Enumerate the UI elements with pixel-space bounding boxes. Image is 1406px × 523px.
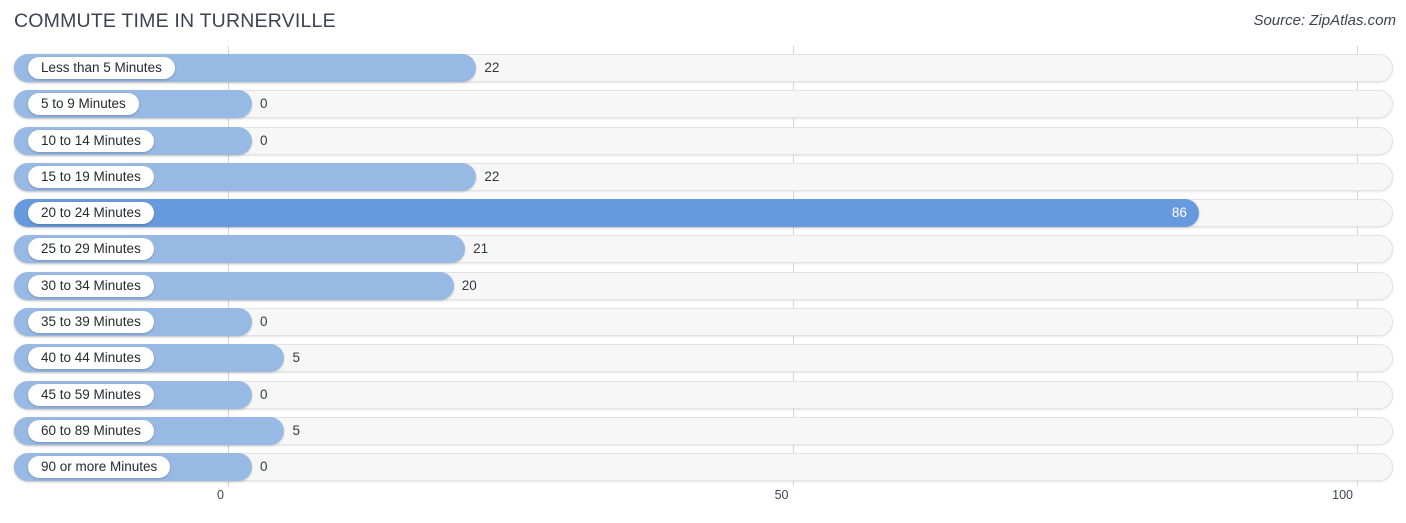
bar-row[interactable]: 40 to 44 Minutes 5 [14,344,1393,373]
bar-value-label: 0 [260,96,268,112]
bar-row[interactable]: 15 to 19 Minutes 22 [14,162,1393,191]
bar-row[interactable]: 10 to 14 Minutes 0 [14,126,1393,155]
bar-category-label: 90 or more Minutes [28,456,171,479]
bar-category-label: 40 to 44 Minutes [28,347,154,370]
bar-value-label: 0 [260,459,268,475]
bar-value-label: 22 [484,60,500,75]
bar-value-label: 20 [461,277,477,293]
bar-row[interactable]: 25 to 29 Minutes 21 [14,235,1393,264]
bar[interactable] [14,199,1199,228]
chart-plot-area: Less than 5 Minutes 22 5 to 9 Minutes 0 10 t… [0,46,1406,486]
bar-category-label: 60 to 89 Minutes [28,419,154,442]
bar-value-label: 0 [260,313,268,329]
bar-value-label: 21 [473,241,489,257]
bar-category-label: 20 to 24 Minutes [28,202,154,225]
bar-row[interactable]: 20 to 24 Minutes 86 [14,199,1393,228]
bar-value-label: 22 [484,168,500,184]
bar-value-label: 0 [260,386,268,402]
bar-category-label: 10 to 14 Minutes [28,129,154,152]
bar-category-label: 5 to 9 Minutes [28,93,139,116]
bar-row[interactable]: 5 to 9 Minutes 0 [14,90,1393,119]
bar-category-label: Less than 5 Minutes [28,57,175,79]
bar-category-label: 35 to 39 Minutes [28,310,154,333]
bar-row[interactable]: 30 to 34 Minutes 20 [14,271,1393,300]
bar-row[interactable]: 60 to 89 Minutes 5 [14,416,1393,445]
bar-category-label: 30 to 34 Minutes [28,274,154,297]
bar-row[interactable]: 90 or more Minutes 0 [14,453,1393,482]
x-axis-tick-label: 0 [217,488,224,502]
x-axis: 0 50 100 [0,486,1406,523]
x-axis-tick-label: 100 [1332,488,1353,502]
source-attribution: Source: ZipAtlas.com [1253,12,1396,29]
bar-value-label: 86 [1171,205,1187,221]
bar-row[interactable]: 45 to 59 Minutes 0 [14,380,1393,409]
bar-value-label: 5 [292,422,300,438]
bar-row[interactable]: 35 to 39 Minutes 0 [14,307,1393,336]
chart-header: COMMUTE TIME IN TURNERVILLE Source: ZipA… [0,0,1406,46]
bar-row[interactable]: Less than 5 Minutes 22 [14,54,1393,82]
x-axis-tick-label: 50 [774,488,789,502]
bar-category-label: 45 to 59 Minutes [28,383,154,406]
bar-value-label: 5 [292,350,300,366]
bar-category-label: 15 to 19 Minutes [28,165,154,188]
page-title: COMMUTE TIME IN TURNERVILLE [14,10,336,32]
bar-value-label: 0 [260,132,268,148]
bar-category-label: 25 to 29 Minutes [28,238,154,261]
